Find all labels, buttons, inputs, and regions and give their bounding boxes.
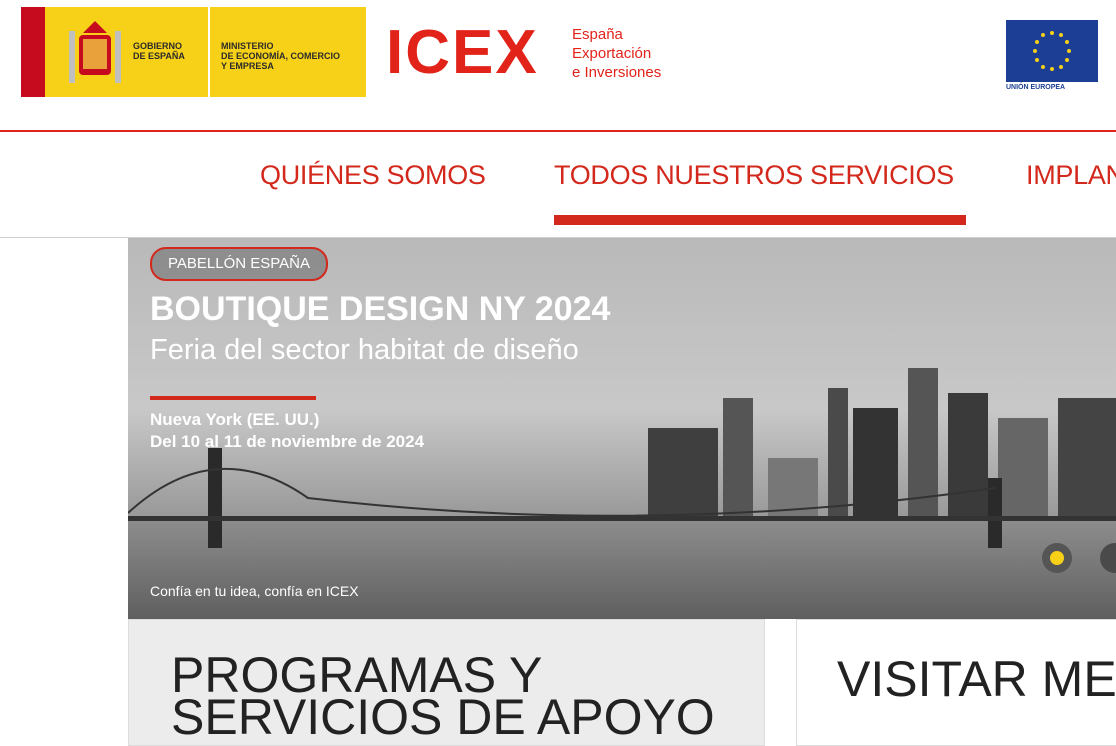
hero-subtitle: Feria del sector habitat de diseño bbox=[150, 334, 579, 366]
icex-tagline-3: e Inversiones bbox=[572, 64, 662, 81]
icex-logo[interactable]: ICEX bbox=[386, 22, 539, 84]
ministerio-line-2: DE ECONOMÍA, COMERCIO bbox=[221, 51, 341, 61]
nav-item-implantacion[interactable]: IMPLAN bbox=[1026, 160, 1116, 191]
hero-banner[interactable]: PABELLÓN ESPAÑA BOUTIQUE DESIGN NY 2024 … bbox=[128, 238, 1116, 619]
eu-flag-logo[interactable] bbox=[1006, 20, 1098, 82]
ministerio-line-1: MINISTERIO bbox=[221, 41, 274, 51]
programas-card-title: PROGRAMAS Y SERVICIOS DE APOYO bbox=[171, 647, 715, 745]
hero-dates: Del 10 al 11 de noviembre de 2024 bbox=[150, 432, 425, 451]
ministerio-line-3: Y EMPRESA bbox=[221, 61, 274, 71]
programas-card[interactable]: PROGRAMAS Y SERVICIOS DE APOYO bbox=[128, 619, 765, 746]
ministerio-text: MINISTERIO DE ECONOMÍA, COMERCIO Y EMPRE… bbox=[221, 41, 340, 71]
spain-flag-center bbox=[45, 7, 65, 97]
icex-tagline: España Exportación e Inversiones bbox=[572, 25, 661, 82]
gobierno-espana-logo[interactable]: GOBIERNO DE ESPAÑA MINISTERIO DE ECONOMÍ… bbox=[21, 7, 366, 97]
visitar-card[interactable]: VISITAR ME bbox=[796, 619, 1116, 746]
nav-item-quienes-somos[interactable]: QUIÉNES SOMOS bbox=[260, 160, 486, 191]
icex-tagline-2: Exportación bbox=[572, 45, 652, 62]
nav-active-indicator bbox=[554, 215, 966, 225]
hero-title: BOUTIQUE DESIGN NY 2024 bbox=[150, 290, 611, 328]
nav-top-divider bbox=[0, 130, 1116, 132]
spain-flag-stripe bbox=[21, 7, 45, 97]
carousel-dot-active[interactable] bbox=[1042, 543, 1072, 573]
gobierno-text: GOBIERNO DE ESPAÑA bbox=[133, 41, 185, 61]
hero-accent-line bbox=[150, 396, 316, 400]
gov-line-1: GOBIERNO bbox=[133, 41, 183, 51]
hero-location: Nueva York (EE. UU.) bbox=[150, 410, 320, 429]
eu-caption: UNIÓN EUROPEA bbox=[1006, 84, 1066, 91]
icex-tagline-1: España bbox=[572, 26, 623, 43]
gov-line-2: DE ESPAÑA bbox=[133, 51, 185, 61]
eu-stars-icon bbox=[1033, 31, 1071, 71]
logo-divider bbox=[208, 7, 210, 97]
visitar-card-title: VISITAR ME bbox=[837, 651, 1116, 707]
pabellon-badge: PABELLÓN ESPAÑA bbox=[150, 247, 329, 281]
nav-item-todos-nuestros-servicios[interactable]: TODOS NUESTROS SERVICIOS bbox=[554, 160, 954, 191]
hero-slogan: Confía en tu idea, confía en ICEX bbox=[150, 583, 359, 599]
coat-of-arms-icon bbox=[69, 21, 121, 83]
